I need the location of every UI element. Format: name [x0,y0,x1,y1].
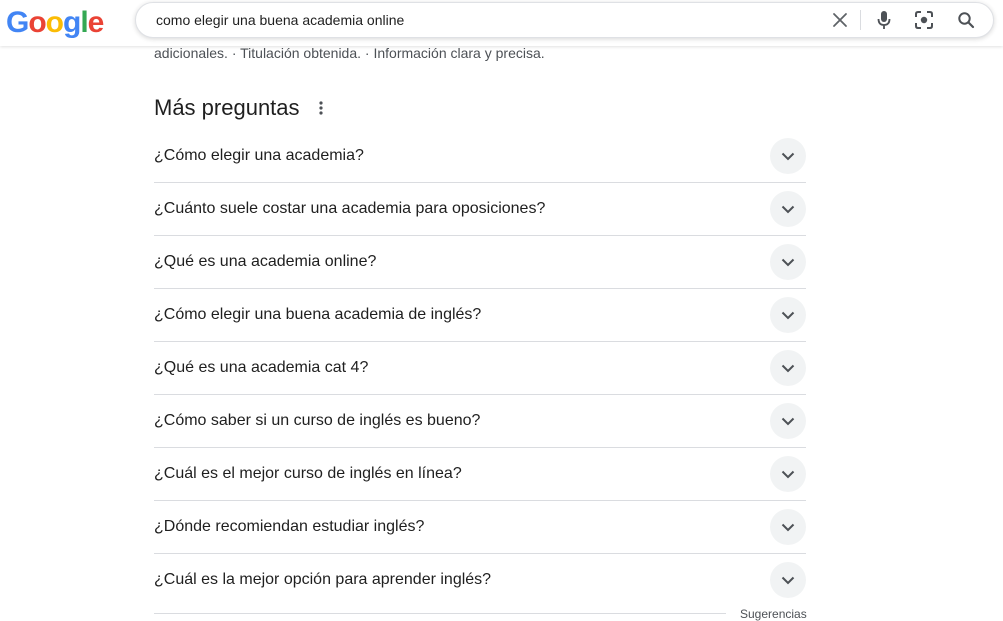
google-logo[interactable]: Google [6,5,105,41]
chevron-down-icon[interactable] [770,456,806,492]
feedback-link[interactable]: Sugerencias [740,607,807,621]
question-label: ¿Cómo elegir una buena academia de inglé… [154,306,482,323]
chevron-down-icon[interactable] [770,562,806,598]
search-box [135,2,994,38]
question-label: ¿Cuál es el mejor curso de inglés en lín… [154,465,462,482]
question-item[interactable]: ¿Cuál es el mejor curso de inglés en lín… [154,448,806,501]
chevron-down-icon[interactable] [770,244,806,280]
search-input[interactable] [156,3,796,37]
top-header: Google [0,0,1003,46]
more-vert-icon[interactable] [312,97,330,119]
chevron-down-icon[interactable] [770,191,806,227]
question-label: ¿Cómo saber si un curso de inglés es bue… [154,412,481,429]
logo-letter: e [87,6,105,39]
question-label: ¿Cuál es la mejor opción para aprender i… [154,571,492,588]
question-label: ¿Dónde recomiendan estudiar inglés? [154,518,425,535]
logo-letter: G [6,6,29,39]
question-item[interactable]: ¿Cuánto suele costar una academia para o… [154,183,806,236]
question-item[interactable]: ¿Cómo elegir una buena academia de inglé… [154,289,806,342]
question-item[interactable]: ¿Cuál es la mejor opción para aprender i… [154,554,806,606]
logo-letter: o [28,6,46,39]
chevron-down-icon[interactable] [770,297,806,333]
lens-icon[interactable] [912,8,936,32]
logo-letter: o [45,6,64,39]
search-divider [860,10,861,30]
question-item[interactable]: ¿Cómo saber si un curso de inglés es bue… [154,395,806,448]
chevron-down-icon[interactable] [770,403,806,439]
question-list: ¿Cómo elegir una academia? ¿Cuánto suele… [154,130,806,606]
microphone-icon[interactable] [872,8,896,32]
logo-letter: l [80,6,88,39]
question-item[interactable]: ¿Qué es una academia cat 4? [154,342,806,395]
question-label: ¿Qué es una academia cat 4? [154,359,369,376]
result-snippet: adicionales. · Titulación obtenida. · In… [154,45,545,61]
question-item[interactable]: ¿Cómo elegir una academia? [154,130,806,183]
question-item[interactable]: ¿Qué es una academia online? [154,236,806,289]
section-title: Más preguntas [154,95,300,120]
question-item[interactable]: ¿Dónde recomiendan estudiar inglés? [154,501,806,554]
question-label: ¿Cómo elegir una academia? [154,147,364,164]
logo-letter: g [63,6,81,39]
question-label: ¿Qué es una academia online? [154,253,377,270]
chevron-down-icon[interactable] [770,509,806,545]
question-label: ¿Cuánto suele costar una academia para o… [154,200,546,217]
chevron-down-icon[interactable] [770,350,806,386]
search-icon[interactable] [954,8,978,32]
close-icon[interactable] [828,8,852,32]
chevron-down-icon[interactable] [770,138,806,174]
footer-divider [154,613,726,614]
